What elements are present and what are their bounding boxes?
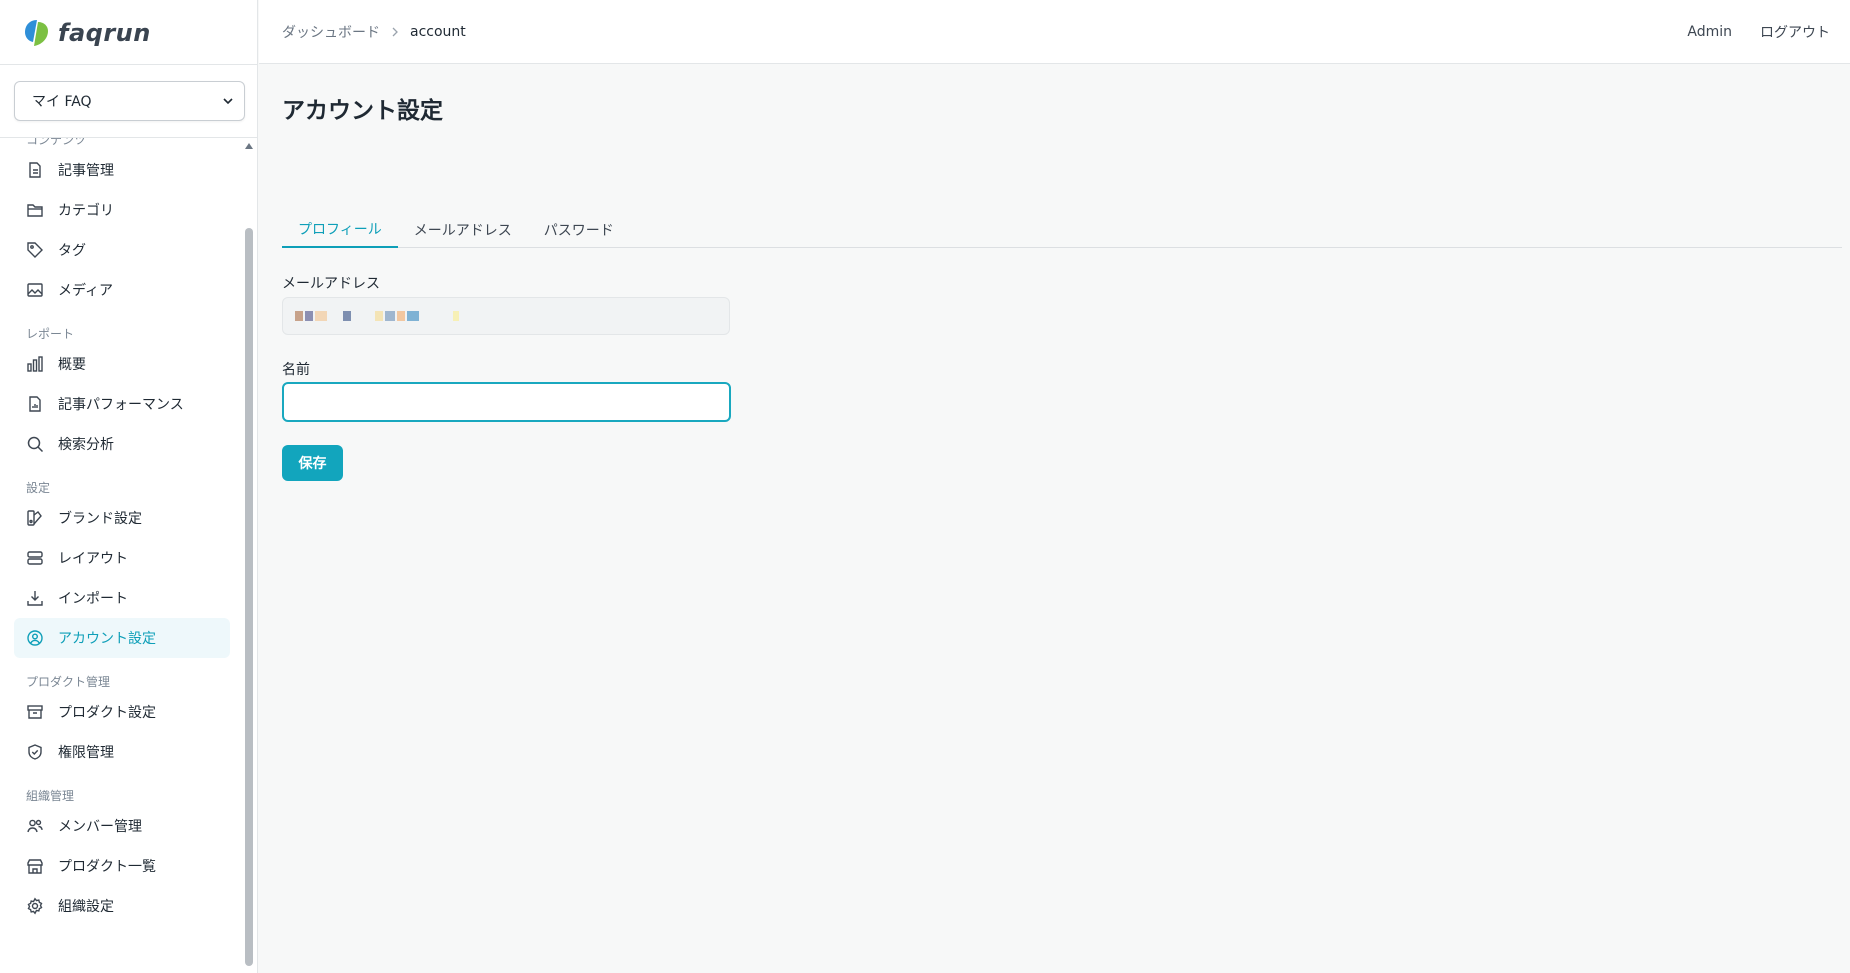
project-select-value: マイ FAQ — [32, 94, 92, 110]
sidebar-item-label: アカウント設定 — [58, 631, 156, 647]
layout-icon — [27, 551, 43, 565]
sidebar-item-label: タグ — [58, 243, 86, 259]
sidebar-item-import[interactable]: インポート — [14, 578, 230, 618]
sidebar-item-label: 記事パフォーマンス — [58, 397, 184, 413]
sidebar-item-media[interactable]: メディア — [14, 270, 230, 310]
tab-email[interactable]: メールアドレス — [398, 211, 528, 248]
sidebar-item-organization-settings[interactable]: 組織設定 — [14, 886, 230, 926]
sidebar-item-label: 記事管理 — [58, 163, 114, 179]
shield-check-icon — [28, 744, 42, 760]
store-icon — [27, 859, 43, 874]
page-title: アカウント設定 — [282, 98, 443, 124]
nav-section-reports: レポート — [26, 327, 75, 341]
sidebar-item-articles[interactable]: 記事管理 — [14, 150, 230, 190]
tab-password[interactable]: パスワード — [528, 211, 630, 248]
folder-icon — [27, 204, 43, 217]
sidebar-item-account-settings[interactable]: アカウント設定 — [14, 618, 230, 658]
faqrun-logo-icon — [25, 20, 48, 46]
sidebar-item-label: メディア — [58, 283, 114, 299]
breadcrumb-current: account — [410, 24, 466, 40]
logo[interactable]: faqrun — [24, 16, 151, 50]
sidebar-item-label: プロダクト設定 — [58, 705, 156, 721]
chevron-down-icon — [223, 98, 233, 105]
user-circle-icon — [27, 630, 43, 646]
redacted-email — [295, 311, 459, 321]
sidebar-scrollbar[interactable] — [245, 228, 253, 966]
sidebar-item-brand-settings[interactable]: ブランド設定 — [14, 498, 230, 538]
sidebar-item-label: 概要 — [58, 357, 86, 373]
logout-link[interactable]: ログアウト — [1760, 22, 1830, 42]
users-icon — [27, 819, 43, 833]
sidebar-item-label: 組織設定 — [58, 899, 114, 915]
nav-section-organization: 組織管理 — [26, 789, 75, 803]
breadcrumb: ダッシュボード account — [282, 0, 466, 64]
name-input[interactable] — [282, 382, 731, 422]
user-name-link[interactable]: Admin — [1687, 24, 1732, 40]
image-icon — [27, 283, 43, 297]
sidebar-item-categories[interactable]: カテゴリ — [14, 190, 230, 230]
sidebar-item-product-list[interactable]: プロダクト一覧 — [14, 846, 230, 886]
scroll-up-arrow-icon[interactable] — [243, 140, 255, 152]
palette-icon — [27, 510, 42, 526]
document-icon — [29, 162, 41, 178]
nav-section-settings: 設定 — [26, 481, 51, 495]
save-button[interactable]: 保存 — [282, 445, 343, 481]
nav-section-contents: コンテンツ — [26, 138, 87, 147]
chevron-right-icon — [392, 27, 398, 37]
topbar: ダッシュボード account Admin ログアウト — [259, 0, 1850, 64]
sidebar-item-label: インポート — [58, 591, 128, 607]
divider — [0, 64, 258, 65]
bar-chart-icon — [27, 356, 43, 372]
sidebar-item-search-analysis[interactable]: 検索分析 — [14, 424, 230, 464]
project-select[interactable]: マイ FAQ — [14, 81, 245, 121]
archive-icon — [27, 705, 43, 719]
breadcrumb-dashboard-link[interactable]: ダッシュボード — [282, 22, 380, 42]
sidebar-item-layout[interactable]: レイアウト — [14, 538, 230, 578]
sidebar-item-permissions[interactable]: 権限管理 — [14, 732, 230, 772]
tag-icon — [27, 242, 43, 258]
logo-text: faqrun — [58, 19, 151, 47]
sidebar-item-label: 権限管理 — [58, 745, 114, 761]
sidebar-nav: コンテンツ 記事管理 カテゴリ タグ メディア レポート 概要 記事パフォーマン… — [0, 138, 258, 973]
email-field-readonly — [282, 297, 730, 335]
sidebar-item-label: 検索分析 — [58, 437, 114, 453]
sidebar-item-article-performance[interactable]: 記事パフォーマンス — [14, 384, 230, 424]
sidebar-item-label: メンバー管理 — [58, 819, 142, 835]
document-chart-icon — [29, 396, 41, 412]
user-menu: Admin ログアウト — [1687, 0, 1830, 64]
email-label: メールアドレス — [282, 276, 380, 292]
sidebar-item-label: レイアウト — [58, 551, 128, 567]
sidebar-item-label: ブランド設定 — [58, 511, 142, 527]
download-icon — [27, 591, 43, 606]
sidebar-item-overview[interactable]: 概要 — [14, 344, 230, 384]
sidebar-item-tags[interactable]: タグ — [14, 230, 230, 270]
tab-bar: プロフィール メールアドレス パスワード — [282, 211, 1842, 248]
sidebar-item-label: カテゴリ — [58, 203, 114, 219]
sidebar-item-members[interactable]: メンバー管理 — [14, 806, 230, 846]
search-icon — [27, 436, 44, 453]
sidebar-item-product-settings[interactable]: プロダクト設定 — [14, 692, 230, 732]
name-label: 名前 — [282, 362, 310, 378]
tab-profile[interactable]: プロフィール — [282, 211, 398, 248]
gear-icon — [27, 897, 43, 915]
nav-section-product-management: プロダクト管理 — [26, 675, 111, 689]
sidebar: faqrun マイ FAQ コンテンツ 記事管理 カテゴリ タグ メディア レポ… — [0, 0, 258, 973]
sidebar-item-label: プロダクト一覧 — [58, 859, 156, 875]
profile-form: メールアドレス 名前 保存 — [282, 248, 882, 648]
